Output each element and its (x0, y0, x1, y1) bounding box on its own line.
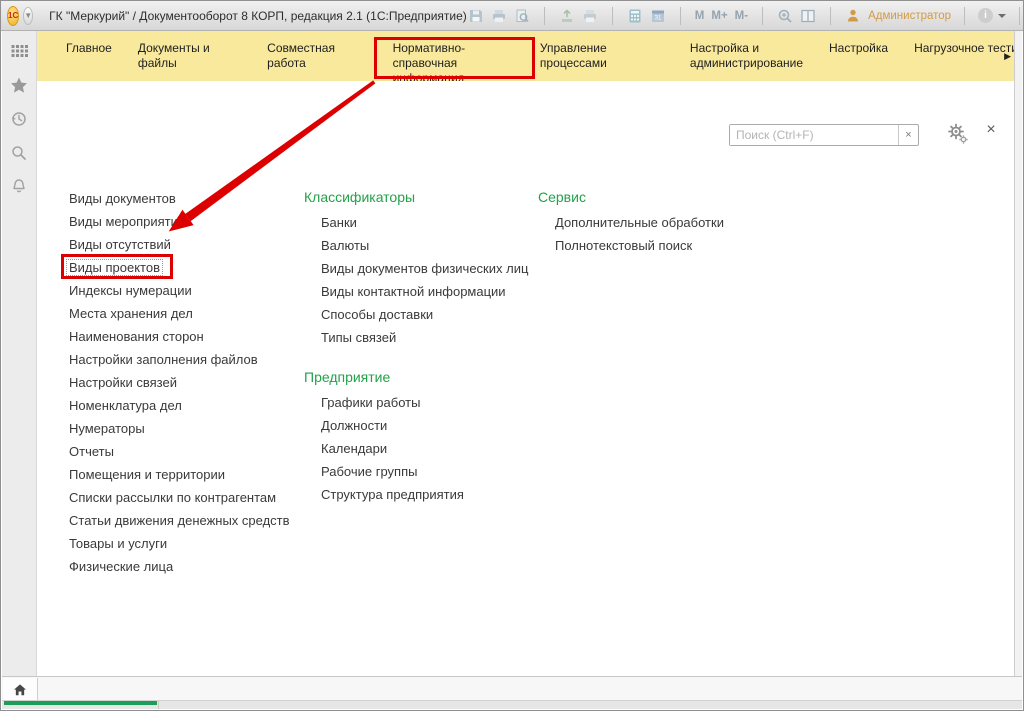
highlighted-item-label: Виды проектов (66, 259, 163, 276)
app-window: 1С ▼ ГК "Меркурий" / Документооборот 8 К… (0, 0, 1024, 711)
panel-close-icon[interactable]: × (983, 121, 999, 139)
split-window-icon[interactable] (799, 7, 817, 25)
window-frame-right (1014, 31, 1022, 677)
home-tab[interactable] (3, 678, 38, 701)
section-predpriyatie: Предприятие Графики работыДолжностиКален… (304, 367, 528, 506)
menu-item[interactable]: Индексы нумерации (69, 279, 290, 302)
window-title: ГК "Меркурий" / Документооборот 8 КОРП, … (49, 9, 467, 23)
tab-nastroika[interactable]: Настройка (816, 41, 901, 56)
favorites-star-icon[interactable] (9, 75, 29, 95)
menu-item[interactable]: Виды контактной информации (321, 280, 528, 303)
menu-column-right: Сервис Дополнительные обработкиПолнотекс… (538, 187, 724, 257)
tab-upravlenie-processami[interactable]: Управление процессами (527, 41, 677, 71)
title-bar: 1С ▼ ГК "Меркурий" / Документооборот 8 К… (1, 1, 1023, 31)
menu-column-left: Виды документовВиды мероприятийВиды отсу… (69, 187, 290, 578)
divider (680, 7, 681, 25)
menu-item[interactable]: Должности (321, 414, 528, 437)
print-preview-icon[interactable] (513, 7, 531, 25)
current-user-label[interactable]: Администратор (868, 10, 951, 22)
divider (762, 7, 763, 25)
menu-item[interactable]: Физические лица (69, 555, 290, 578)
zoom-icon[interactable] (776, 7, 794, 25)
menu-item[interactable]: Настройки заполнения файлов (69, 348, 290, 371)
menu-item[interactable]: Отчеты (69, 440, 290, 463)
taskbar (2, 676, 1022, 709)
section-klassifikatory: Классификаторы БанкиВалютыВиды документо… (304, 187, 528, 349)
notifications-bell-icon[interactable] (9, 177, 29, 197)
info-icon[interactable]: i (978, 8, 993, 23)
menu-item[interactable]: Способы доставки (321, 303, 528, 326)
menu-item[interactable]: Банки (321, 211, 528, 234)
menu-item-vidy-proektov[interactable]: Виды проектов (69, 256, 290, 279)
divider (544, 7, 545, 25)
calendar-icon[interactable]: 31 (649, 7, 667, 25)
menu-item[interactable]: Рабочие группы (321, 460, 528, 483)
divider (612, 7, 613, 25)
send-icon[interactable] (558, 7, 576, 25)
menu-item[interactable]: Типы связей (321, 326, 528, 349)
memory-store-button[interactable]: M (694, 10, 706, 22)
menu-item[interactable]: Структура предприятия (321, 483, 528, 506)
active-window-indicator (4, 701, 157, 705)
section-title: Предприятие (304, 367, 528, 387)
tab-sovmestnaya-rabota[interactable]: Совместная работа (254, 41, 379, 71)
menu-item[interactable]: Номенклатура дел (69, 394, 290, 417)
menu-item[interactable]: Виды документов (69, 187, 290, 210)
menu-item[interactable]: Виды документов физических лиц (321, 257, 528, 280)
chevron-down-icon[interactable] (998, 14, 1006, 22)
print-icon[interactable] (490, 7, 508, 25)
divider (830, 7, 831, 25)
menu-item[interactable]: Нумераторы (69, 417, 290, 440)
tool-sidebar (2, 31, 37, 677)
divider (158, 701, 159, 709)
section-servis: Сервис Дополнительные обработкиПолнотекс… (538, 187, 724, 257)
tab-nastroika-i-administrirovanie[interactable]: Настройка и администрирование (677, 41, 816, 71)
search-icon[interactable] (9, 143, 29, 163)
memory-add-button[interactable]: M+ (710, 10, 728, 22)
main-area: Главное Документы и файлы Совместная раб… (37, 31, 1014, 677)
history-clock-icon[interactable] (9, 109, 29, 129)
section-menu-panel: × × Виды документовВиды мероприятийВиды … (37, 81, 1014, 677)
svg-text:31: 31 (654, 15, 661, 21)
menu-item[interactable]: Календари (321, 437, 528, 460)
section-title: Сервис (538, 187, 724, 207)
tab-normativno-spravochnaya[interactable]: Нормативно-справочная информация (380, 41, 527, 86)
section-title: Классификаторы (304, 187, 528, 207)
search-input[interactable] (730, 125, 898, 145)
search-clear-button[interactable]: × (898, 125, 918, 145)
save-icon[interactable] (467, 7, 485, 25)
tab-dokumenty-i-faily[interactable]: Документы и файлы (125, 41, 254, 71)
tabs-overflow-arrow[interactable]: ▶ (1004, 51, 1011, 62)
divider (964, 7, 965, 25)
menu-item[interactable]: Помещения и территории (69, 463, 290, 486)
menu-item[interactable]: Статьи движения денежных средств (69, 509, 290, 532)
print-file-icon[interactable] (581, 7, 599, 25)
1c-logo-icon: 1С (7, 6, 19, 26)
menu-item[interactable]: Валюты (321, 234, 528, 257)
menu-item[interactable]: Списки рассылки по контрагентам (69, 486, 290, 509)
menu-item[interactable]: Места хранения дел (69, 302, 290, 325)
menu-item[interactable]: Виды отсутствий (69, 233, 290, 256)
main-menu-button[interactable]: ▼ (23, 7, 33, 25)
menu-item[interactable]: Полнотекстовый поиск (555, 234, 724, 257)
calculator-icon[interactable] (626, 7, 644, 25)
settings-gear-icon[interactable] (947, 123, 969, 145)
menu-item[interactable]: Наименования сторон (69, 325, 290, 348)
memory-subtract-button[interactable]: M- (734, 10, 749, 22)
menu-item[interactable]: Дополнительные обработки (555, 211, 724, 234)
menu-item[interactable]: Товары и услуги (69, 532, 290, 555)
home-icon (12, 682, 28, 698)
tab-glavnoe[interactable]: Главное (53, 41, 125, 56)
tab-nagruzochnoe[interactable]: Нагрузочное тести (901, 41, 1014, 56)
menu-item[interactable]: Виды мероприятий (69, 210, 290, 233)
divider (1019, 7, 1020, 25)
menu-item[interactable]: Графики работы (321, 391, 528, 414)
menu-column-middle: Классификаторы БанкиВалютыВиды документо… (304, 187, 528, 506)
search-box: × (729, 124, 919, 146)
section-tab-bar: Главное Документы и файлы Совместная раб… (37, 31, 1014, 81)
user-icon (844, 7, 862, 25)
menu-item[interactable]: Настройки связей (69, 371, 290, 394)
sections-grid-icon[interactable] (9, 41, 29, 61)
